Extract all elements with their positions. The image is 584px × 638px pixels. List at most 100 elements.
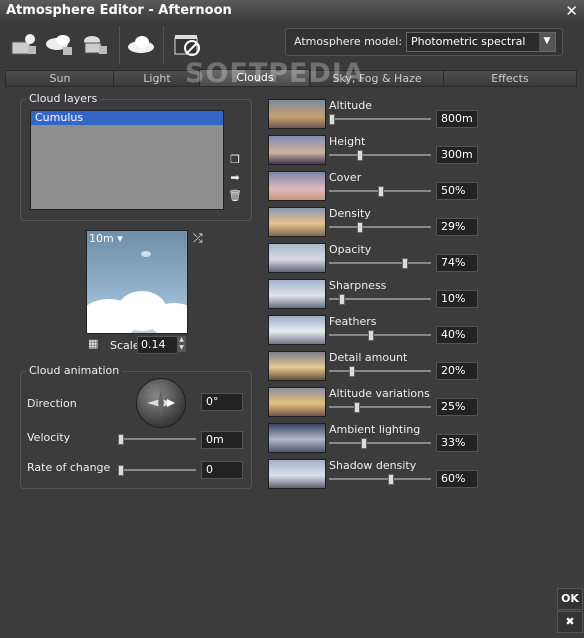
cloud-animation-title: Cloud animation	[26, 364, 123, 377]
property-thumbnail	[268, 387, 326, 417]
preview-cloud	[149, 303, 187, 333]
slider-thumb[interactable]	[354, 402, 360, 413]
add-layer-icon[interactable]: ❐	[228, 153, 242, 167]
velocity-slider[interactable]	[118, 434, 196, 445]
property-label: Detail amount	[329, 351, 408, 364]
shuffle-icon[interactable]: ⤮	[193, 231, 203, 246]
property-label: Density	[329, 207, 371, 220]
atmosphere-model-label: Atmosphere model:	[294, 35, 403, 48]
cancel-button[interactable]: ✖	[557, 611, 583, 633]
property-thumbnail	[268, 171, 326, 201]
atmosphere-model-select[interactable]: Photometric spectral ▼	[406, 32, 556, 52]
slider-thumb[interactable]	[357, 150, 363, 161]
property-thumbnail	[268, 351, 326, 381]
sky-preset-icon[interactable]	[44, 30, 76, 60]
preview-size-value: 10m	[89, 232, 114, 245]
scale-input[interactable]: 0.14	[137, 336, 178, 354]
list-item[interactable]: Cumulus	[31, 111, 223, 125]
close-icon[interactable]: ✕	[565, 2, 578, 20]
property-slider[interactable]	[329, 366, 431, 377]
property-slider[interactable]	[329, 294, 431, 305]
tab-sun[interactable]: Sun	[5, 70, 115, 87]
property-label: Altitude variations	[329, 387, 430, 400]
chevron-down-icon: ▼	[539, 33, 555, 51]
toolbar-separator	[163, 26, 164, 64]
property-slider[interactable]	[329, 186, 431, 197]
rate-of-change-slider[interactable]	[118, 465, 196, 476]
property-value-input[interactable]: 60%	[436, 470, 478, 488]
property-value-input[interactable]: 50%	[436, 182, 478, 200]
direction-label: Direction	[27, 397, 77, 410]
velocity-input[interactable]: 0m	[201, 431, 243, 449]
trash-icon[interactable]: 🗑	[228, 189, 242, 203]
toolbar-separator	[119, 26, 120, 64]
slider-thumb[interactable]	[378, 186, 384, 197]
slider-thumb[interactable]	[339, 294, 345, 305]
velocity-label: Velocity	[27, 431, 71, 444]
cloud-layers-title: Cloud layers	[26, 92, 101, 105]
property-thumbnail	[268, 99, 326, 129]
rate-of-change-label: Rate of change	[27, 461, 111, 474]
title-bar: Atmosphere Editor - Afternoon ✕	[0, 0, 584, 23]
property-value-input[interactable]: 25%	[436, 398, 478, 416]
property-label: Cover	[329, 171, 362, 184]
slider-thumb[interactable]	[402, 258, 408, 269]
property-value-input[interactable]: 10%	[436, 290, 478, 308]
tab-effects[interactable]: Effects	[443, 70, 577, 87]
scale-spinner[interactable]: ▲ ▼	[177, 336, 186, 352]
slider-thumb[interactable]	[361, 438, 367, 449]
slider-thumb[interactable]	[349, 366, 355, 377]
property-value-input[interactable]: 33%	[436, 434, 478, 452]
animation-icon[interactable]	[172, 30, 204, 60]
arrow-right-icon[interactable]: ➡	[228, 171, 242, 185]
rate-of-change-input[interactable]: 0	[201, 461, 243, 479]
ok-button[interactable]: OK	[557, 588, 583, 610]
property-value-input[interactable]: 20%	[436, 362, 478, 380]
direction-dial[interactable]	[136, 378, 186, 428]
property-label: Feathers	[329, 315, 377, 328]
property-slider[interactable]	[329, 474, 431, 485]
direction-input[interactable]: 0°	[201, 393, 243, 411]
property-label: Shadow density	[329, 459, 417, 472]
slider-thumb[interactable]	[118, 465, 124, 476]
slider-thumb[interactable]	[329, 114, 335, 125]
property-label: Opacity	[329, 243, 372, 256]
watermark: SOFTPEDIA	[185, 58, 365, 89]
property-slider[interactable]	[329, 258, 431, 269]
property-thumbnail	[268, 279, 326, 309]
atmosphere-model-group: Atmosphere model: Photometric spectral ▼	[285, 28, 563, 56]
sun-preset-icon[interactable]	[8, 30, 40, 60]
property-thumbnail	[268, 315, 326, 345]
property-thumbnail	[268, 459, 326, 489]
property-slider[interactable]	[329, 438, 431, 449]
property-value-input[interactable]: 800m	[436, 110, 478, 128]
atmosphere-model-value: Photometric spectral	[411, 35, 526, 48]
property-value-input[interactable]: 29%	[436, 218, 478, 236]
property-thumbnail	[268, 243, 326, 273]
property-value-input[interactable]: 74%	[436, 254, 478, 272]
slider-thumb[interactable]	[368, 330, 374, 341]
slider-thumb[interactable]	[357, 222, 363, 233]
preview-size-select[interactable]: 10m ▾	[89, 232, 123, 245]
property-label: Ambient lighting	[329, 423, 421, 436]
window-title: Atmosphere Editor - Afternoon	[6, 3, 232, 18]
slider-thumb[interactable]	[118, 434, 124, 445]
cloud-layer-list[interactable]: Cumulus	[30, 110, 224, 210]
property-slider[interactable]	[329, 330, 431, 341]
cloud-icon[interactable]	[125, 30, 157, 60]
cloud-preview	[86, 230, 188, 334]
property-slider[interactable]	[329, 150, 431, 161]
haze-preset-icon[interactable]	[80, 30, 112, 60]
property-slider[interactable]	[329, 402, 431, 413]
property-label: Height	[329, 135, 366, 148]
property-value-input[interactable]: 300m	[436, 146, 478, 164]
property-slider[interactable]	[329, 222, 431, 233]
preview-cloud	[141, 251, 151, 257]
property-label: Altitude	[329, 99, 372, 112]
property-thumbnail	[268, 423, 326, 453]
property-thumbnail	[268, 135, 326, 165]
property-value-input[interactable]: 40%	[436, 326, 478, 344]
property-slider[interactable]	[329, 114, 431, 125]
slider-thumb[interactable]	[388, 474, 394, 485]
checker-icon[interactable]: ▦	[88, 337, 98, 350]
